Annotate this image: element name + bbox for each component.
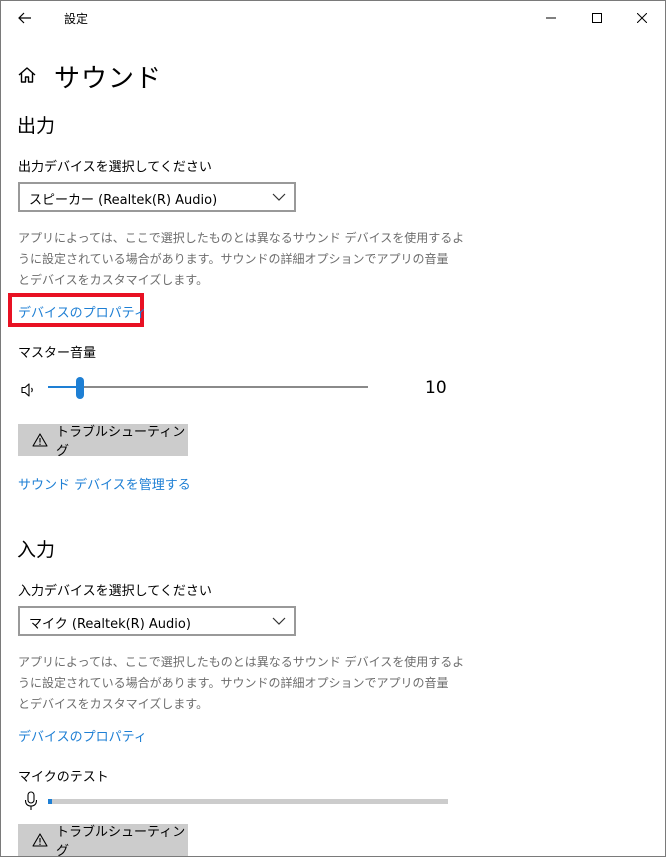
close-button[interactable] [619, 1, 665, 35]
input-device-dropdown[interactable]: マイク (Realtek(R) Audio) [18, 606, 296, 636]
output-device-dropdown[interactable]: スピーカー (Realtek(R) Audio) [18, 182, 296, 212]
maximize-button[interactable] [574, 1, 620, 35]
maximize-icon [592, 13, 602, 23]
microphone-icon [24, 791, 38, 810]
home-icon [18, 67, 36, 83]
input-device-label: 入力デバイスを選択してください [18, 584, 212, 599]
output-device-label: 出力デバイスを選択してください [18, 160, 212, 175]
arrow-left-icon [18, 12, 31, 24]
warning-icon [32, 433, 48, 447]
page-title: サウンド [54, 64, 163, 94]
output-section-title: 出力 [17, 115, 56, 137]
troubleshoot-label: トラブルシューティング [56, 825, 186, 857]
speaker-icon[interactable] [20, 382, 36, 398]
output-device-properties-link[interactable]: デバイスのプロパティ [18, 302, 147, 321]
input-description-line: うに設定されている場合があります。サウンドの詳細オプションでアプリの音量 [18, 676, 449, 690]
output-description-line: とデバイスをカスタマイズします。 [18, 273, 209, 287]
app-title: 設定 [64, 12, 89, 26]
back-button[interactable] [9, 4, 41, 32]
title-bar: 設定 [1, 1, 665, 35]
master-volume-slider[interactable] [48, 377, 368, 399]
mic-level-fill [48, 799, 52, 804]
output-description: アプリによっては、ここで選択したものとは異なるサウンド デバイスを使用するよ う… [18, 228, 468, 291]
mic-level-meter [48, 799, 448, 804]
master-volume-label: マスター音量 [18, 346, 97, 361]
output-device-value: スピーカー (Realtek(R) Audio) [29, 193, 218, 208]
mic-test-label: マイクのテスト [18, 770, 109, 785]
input-device-properties-link[interactable]: デバイスのプロパティ [18, 726, 147, 745]
close-icon [637, 13, 647, 23]
slider-track [48, 386, 368, 388]
input-description-line: アプリによっては、ここで選択したものとは異なるサウンド デバイスを使用するよ [18, 655, 465, 669]
minimize-icon [546, 17, 556, 19]
manage-sound-devices-link[interactable]: サウンド デバイスを管理する [18, 474, 191, 493]
settings-window: 設定 サウンド 出力 出力デバイスを選択してください スピーカー (Realte… [0, 0, 666, 857]
home-button[interactable] [17, 65, 37, 85]
slider-thumb[interactable] [76, 377, 84, 399]
input-device-value: マイク (Realtek(R) Audio) [29, 617, 191, 632]
chevron-down-icon [272, 193, 286, 201]
page-header: サウンド [1, 49, 665, 99]
chevron-down-icon [272, 617, 286, 625]
minimize-button[interactable] [528, 1, 574, 35]
input-troubleshoot-button[interactable]: トラブルシューティング [18, 824, 188, 856]
troubleshoot-label: トラブルシューティング [56, 425, 186, 459]
output-description-line: アプリによっては、ここで選択したものとは異なるサウンド デバイスを使用するよ [18, 231, 465, 245]
output-description-line: うに設定されている場合があります。サウンドの詳細オプションでアプリの音量 [18, 252, 449, 266]
warning-icon [32, 833, 48, 847]
input-description-line: とデバイスをカスタマイズします。 [18, 697, 209, 711]
input-description: アプリによっては、ここで選択したものとは異なるサウンド デバイスを使用するよ う… [18, 652, 468, 715]
output-troubleshoot-button[interactable]: トラブルシューティング [18, 424, 188, 459]
input-section-title: 入力 [17, 539, 56, 561]
volume-value: 10 [425, 378, 447, 398]
